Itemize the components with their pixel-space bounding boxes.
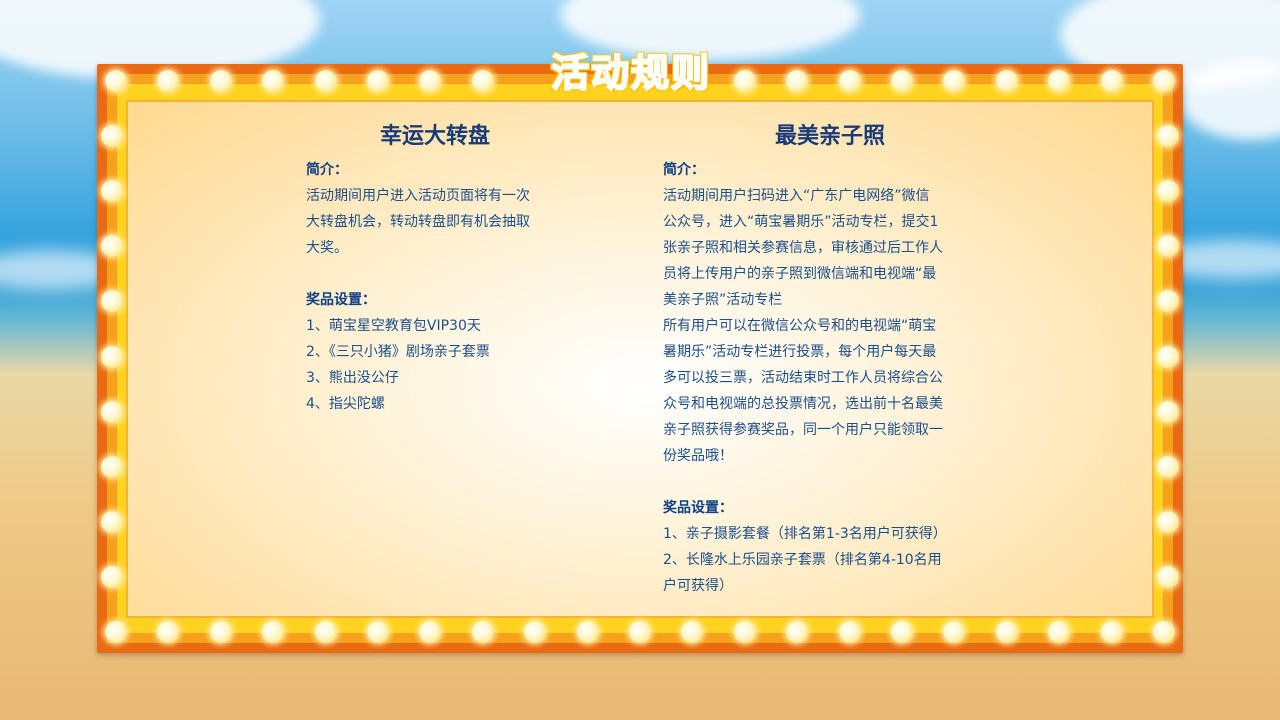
left-prize-item: 4、指尖陀螺 bbox=[306, 396, 385, 412]
light-bulb bbox=[838, 621, 861, 643]
light-bulb bbox=[105, 621, 127, 643]
light-bulb bbox=[367, 621, 389, 643]
light-bulb bbox=[576, 621, 599, 643]
right-intro-line: 公众号，进入“萌宝暑期乐”活动专栏，提交1 bbox=[663, 214, 939, 230]
left-prizes-label: 奖品设置： bbox=[306, 292, 376, 308]
light-bulb bbox=[209, 621, 232, 643]
left-prize-item: 3、熊出没公仔 bbox=[306, 370, 399, 386]
light-bulb bbox=[995, 70, 1018, 92]
light-bulb bbox=[891, 621, 913, 643]
light-bulb bbox=[101, 125, 123, 148]
light-bulb bbox=[1100, 621, 1123, 643]
light-bulb bbox=[101, 565, 123, 588]
light-bulb bbox=[209, 70, 232, 92]
light-bulb bbox=[101, 400, 123, 423]
light-bulb bbox=[995, 621, 1018, 643]
right-intro-label: 简介： bbox=[663, 162, 705, 178]
right-intro-line: 活动期间用户扫码进入“广东广电网络”微信 bbox=[663, 188, 930, 204]
page-title: 活动规则 bbox=[550, 50, 711, 96]
left-section: 简介： 活动期间用户进入活动页面将有一次 大转盘机会，转动转盘即有机会抽取 大奖… bbox=[306, 157, 596, 417]
right-intro-line: 亲子照获得参赛奖品，同一个用户只能领取一 bbox=[663, 422, 943, 438]
right-intro-line: 众号和电视端的总投票情况，选出前十名最美 bbox=[663, 396, 943, 412]
right-intro-line: 员将上传用户的亲子照到微信端和电视端“最 bbox=[663, 266, 937, 282]
right-section: 简介： 活动期间用户扫码进入“广东广电网络”微信 公众号，进入“萌宝暑期乐”活动… bbox=[663, 157, 1023, 599]
right-intro-line: 多可以投三票，活动结束时工作人员将综合公 bbox=[663, 370, 943, 386]
light-bulb bbox=[1157, 345, 1179, 368]
light-bulb bbox=[105, 70, 127, 92]
left-intro-line: 活动期间用户进入活动页面将有一次 bbox=[306, 188, 530, 204]
light-bulb bbox=[629, 621, 651, 643]
left-intro-label: 简介： bbox=[306, 162, 348, 178]
light-bulb bbox=[471, 70, 494, 92]
light-bulb bbox=[367, 70, 389, 92]
left-prize-item: 1、萌宝星空教育包VIP30天 bbox=[306, 318, 481, 334]
title-badge: 活动规则 bbox=[541, 46, 721, 100]
light-bulb bbox=[1157, 510, 1179, 533]
right-intro-line: 所有用户可以在微信公众号和的电视端“萌宝 bbox=[663, 318, 937, 334]
light-bulb bbox=[1153, 70, 1175, 92]
light-bulb bbox=[733, 70, 756, 92]
left-intro-line: 大转盘机会，转动转盘即有机会抽取 bbox=[306, 214, 530, 230]
light-bulb bbox=[101, 510, 123, 533]
right-intro-line: 份奖品哦！ bbox=[663, 448, 733, 464]
light-bulb bbox=[101, 455, 123, 478]
right-intro-line: 张亲子照和相关参赛信息，审核通过后工作人 bbox=[663, 240, 943, 256]
light-bulb bbox=[1157, 565, 1179, 588]
left-intro-line: 大奖。 bbox=[306, 240, 348, 256]
light-bulb bbox=[101, 345, 123, 368]
light-bulb bbox=[314, 70, 337, 92]
left-heading: 幸运大转盘 bbox=[379, 124, 490, 149]
right-intro-line: 暑期乐”活动专栏进行投票，每个用户每天最 bbox=[663, 344, 937, 360]
light-bulb bbox=[1157, 125, 1179, 148]
light-bulb bbox=[891, 70, 913, 92]
light-bulb bbox=[838, 70, 861, 92]
right-heading: 最美亲子照 bbox=[774, 124, 885, 149]
light-bulb bbox=[314, 621, 337, 643]
light-bulb bbox=[1153, 621, 1175, 643]
right-intro-line: 美亲子照”活动专栏 bbox=[663, 292, 783, 308]
right-prize-item: 户可获得） bbox=[663, 578, 733, 594]
light-bulb bbox=[733, 621, 756, 643]
light-bulb bbox=[1157, 455, 1179, 478]
left-prize-item: 2、《三只小猪》剧场亲子套票 bbox=[306, 344, 490, 360]
light-bulb bbox=[471, 621, 494, 643]
right-prize-item: 2、长隆水上乐园亲子套票（排名第4-10名用 bbox=[663, 552, 942, 568]
right-prizes-label: 奖品设置： bbox=[663, 500, 733, 516]
right-prize-item: 1、亲子摄影套餐（排名第1-3名用户可获得） bbox=[663, 526, 947, 542]
light-bulb bbox=[1157, 400, 1179, 423]
light-bulb bbox=[1100, 70, 1123, 92]
